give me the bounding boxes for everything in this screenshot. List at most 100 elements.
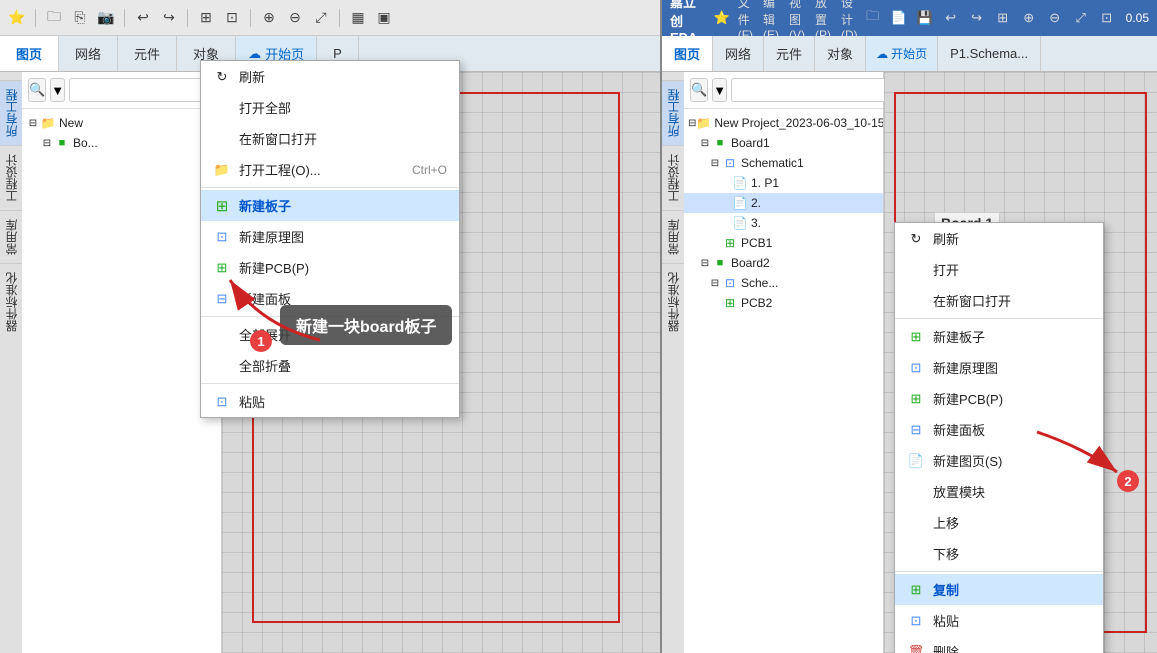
right-ctx-new-panel[interactable]: ⊟ 新建面板 (895, 414, 1103, 445)
ctx-refresh[interactable]: ↻ 刷新 (201, 72, 459, 92)
right-save-icon[interactable]: 💾 (914, 7, 936, 29)
right-expand-project[interactable]: ⊟ (688, 118, 696, 129)
right-tree-item-pcb1[interactable]: ⊞ PCB1 (684, 233, 883, 253)
right-tree-label-p1: 1. P1 (751, 176, 779, 190)
right-zoom-in-icon[interactable]: ⊕ (1018, 7, 1040, 29)
right-expand-board2[interactable]: ⊟ (698, 258, 712, 269)
right-search-input[interactable] (731, 78, 900, 102)
right-expand-sche[interactable]: ⊟ (708, 278, 722, 289)
right-ctx-refresh[interactable]: ↻ 刷新 (895, 223, 1103, 254)
sidebar-item-component-standard[interactable]: 器件标准化 (0, 263, 22, 340)
board-icon: ■ (54, 135, 70, 151)
right-undo-icon[interactable]: ↩ (940, 7, 962, 29)
right-tree-item-board1[interactable]: ⊟ ■ Board1 (684, 133, 883, 153)
right-ctx-refresh-label: 刷新 (933, 229, 959, 248)
sidebar-item-project-design[interactable]: 工程设计 (0, 145, 22, 210)
right-folder-icon[interactable]: 🗀 (862, 7, 884, 29)
right-tree-item-board2[interactable]: ⊟ ■ Board2 (684, 253, 883, 273)
right-settings-icon[interactable]: ⊡ (1096, 7, 1118, 29)
right-ctx-copy[interactable]: ⊞ 复制 (895, 574, 1103, 605)
right-ctx-move-down[interactable]: 下移 (895, 538, 1103, 569)
right-ctx-open[interactable]: 打开 (895, 254, 1103, 285)
right-tree-label-project: New Project_2023-06-03_10-15-28 (714, 116, 883, 130)
grid-icon[interactable]: ⊞ (195, 7, 217, 29)
right-ctx-new-page[interactable]: 📄 新建图页(S) (895, 445, 1103, 476)
right-tab-pages[interactable]: 图页 (662, 36, 713, 71)
right-refresh-icon: ↻ (907, 230, 925, 248)
zoom-out-icon[interactable]: ⊖ (284, 7, 306, 29)
ctx-new-board[interactable]: ⊞ 新建板子 (201, 190, 459, 221)
right-zoom-out-icon[interactable]: ⊖ (1044, 7, 1066, 29)
undo-icon[interactable]: ↩ (132, 7, 154, 29)
right-tree-item-p1[interactable]: 📄 1. P1 (684, 173, 883, 193)
right-new-icon[interactable]: 📄 (888, 7, 910, 29)
sidebar-item-all-projects[interactable]: 所有工程 (0, 80, 22, 145)
right-search-button[interactable]: 🔍 (690, 78, 708, 102)
right-ctx-paste[interactable]: ⊡ 粘贴 (895, 605, 1103, 636)
zoom-in-icon[interactable]: ⊕ (258, 7, 280, 29)
right-ctx-move-up[interactable]: 上移 (895, 507, 1103, 538)
right-tree-item-project[interactable]: ⊟ 📁 New Project_2023-06-03_10-15-28 (684, 113, 883, 133)
right-tab-component[interactable]: 元件 (764, 36, 815, 71)
right-ctx-delete[interactable]: 🗑 删除 (895, 636, 1103, 653)
folder-icon[interactable]: 🗀 (43, 7, 65, 29)
right-expand-schematic1[interactable]: ⊟ (708, 158, 722, 169)
layout-icon[interactable]: ▦ (347, 7, 369, 29)
ctx-open-project-shortcut: Ctrl+O (412, 163, 447, 177)
right-ctx-new-board-label: 新建板子 (933, 327, 985, 346)
camera-icon[interactable]: 📷 (95, 7, 117, 29)
right-ctx-open-label: 打开 (933, 260, 959, 279)
ctx-new-pcb[interactable]: ⊞ 新建PCB(P) (201, 252, 459, 283)
redo-icon[interactable]: ↪ (158, 7, 180, 29)
right-tree-item-p3[interactable]: 📄 3. (684, 213, 883, 233)
right-tree-item-pcb2[interactable]: ⊞ PCB2 (684, 293, 883, 313)
right-ctx-place-module[interactable]: 放置模块 (895, 476, 1103, 507)
ctx-open-project[interactable]: 📁 打开工程(O)... Ctrl+O (201, 154, 459, 185)
right-redo-icon[interactable]: ↪ (966, 7, 988, 29)
right-tab-object[interactable]: 对象 (815, 36, 866, 71)
ctx-open-all[interactable]: 打开全部 (201, 92, 459, 123)
right-sidebar-all-projects[interactable]: 所有工程 (662, 80, 684, 145)
left-main-content: 所有工程 工程设计 常用库 器件标准化 🔍 ▼ 🔍 ⊟ 📁 New (0, 72, 660, 653)
right-grid-icon[interactable]: ⊞ (992, 7, 1014, 29)
right-tree-item-schematic1[interactable]: ⊟ ⊡ Schematic1 (684, 153, 883, 173)
right-ctx-new-board[interactable]: ⊞ 新建板子 (895, 321, 1103, 352)
layout2-icon[interactable]: ▣ (373, 7, 395, 29)
right-tab-net[interactable]: 网络 (713, 36, 764, 71)
tree-item-new[interactable]: ⊟ 📁 New (22, 113, 221, 133)
right-filter-button[interactable]: ▼ (712, 78, 727, 102)
right-tab-schematic[interactable]: P1.Schema... (938, 36, 1041, 71)
right-tab-home[interactable]: ☁ 开始页 (866, 36, 938, 71)
right-expand-board1[interactable]: ⊟ (698, 138, 712, 149)
right-tree-item-p2[interactable]: 📄 2. (684, 193, 883, 213)
right-open-icon (907, 261, 925, 279)
expand-icon-board[interactable]: ⊟ (40, 138, 54, 149)
right-ctx-copy-label: 复制 (933, 580, 959, 599)
ctx-collapse-all[interactable]: 全部折叠 (201, 350, 459, 381)
tab-component[interactable]: 元件 (118, 36, 177, 71)
copy-icon[interactable]: ⎘ (69, 7, 91, 29)
right-ctx-new-schematic[interactable]: ⊡ 新建原理图 (895, 352, 1103, 383)
ctx-paste[interactable]: ⊡ 粘贴 (201, 386, 459, 417)
grid2-icon[interactable]: ⊡ (221, 7, 243, 29)
sidebar-item-common-lib[interactable]: 常用库 (0, 210, 22, 263)
right-sidebar-common-lib[interactable]: 常用库 (662, 210, 684, 263)
ctx-open-new-window[interactable]: 在新窗口打开 (201, 123, 459, 154)
filter-button[interactable]: ▼ (50, 78, 65, 102)
right-fit-icon[interactable]: ⤢ (1070, 7, 1092, 29)
right-sidebar-project-design[interactable]: 工程设计 (662, 145, 684, 210)
right-move-up-icon (907, 514, 925, 532)
tab-pages[interactable]: 图页 (0, 36, 59, 71)
search-button[interactable]: 🔍 (28, 78, 46, 102)
tab-net[interactable]: 网络 (59, 36, 118, 71)
right-ctx-new-pcb[interactable]: ⊞ 新建PCB(P) (895, 383, 1103, 414)
expand-icon[interactable]: ⊟ (26, 118, 40, 129)
right-tree-item-sche[interactable]: ⊟ ⊡ Sche... (684, 273, 883, 293)
open-new-window-icon (213, 130, 231, 148)
tree-item-board[interactable]: ⊟ ■ Bo... (22, 133, 221, 153)
ctx-new-schematic[interactable]: ⊡ 新建原理图 (201, 221, 459, 252)
fit-icon[interactable]: ⤢ (310, 7, 332, 29)
right-ctx-open-new-window[interactable]: 在新窗口打开 (895, 285, 1103, 316)
right-sidebar-component-standard[interactable]: 器件标准化 (662, 263, 684, 340)
right-toolbar-value: 0.05 (1126, 11, 1149, 25)
